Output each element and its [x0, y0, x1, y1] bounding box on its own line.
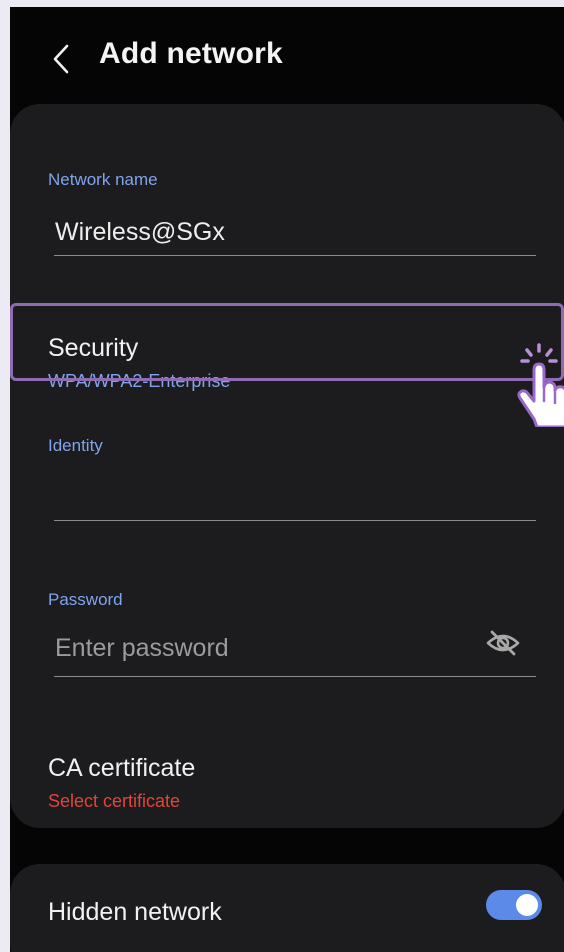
- ca-certificate-title[interactable]: CA certificate: [48, 754, 195, 783]
- password-underline: [54, 676, 536, 677]
- hidden-network-label: Hidden network: [48, 898, 222, 926]
- network-name-input[interactable]: Wireless@SGx: [55, 218, 225, 247]
- password-visibility-toggle[interactable]: [484, 627, 522, 659]
- password-input[interactable]: Enter password: [55, 634, 229, 663]
- eye-off-icon: [486, 630, 520, 656]
- hidden-network-card: Hidden network: [10, 864, 564, 952]
- add-network-screen: Add network Network name Wireless@SGx Se…: [10, 7, 564, 952]
- identity-input[interactable]: [55, 470, 535, 510]
- password-label: Password: [48, 590, 123, 609]
- network-name-label: Network name: [48, 170, 158, 189]
- tap-hand-icon: [517, 343, 564, 427]
- back-arrow-icon: [53, 44, 69, 74]
- ca-certificate-value[interactable]: Select certificate: [48, 791, 180, 812]
- header: Add network: [10, 7, 564, 102]
- identity-label: Identity: [48, 436, 103, 455]
- network-name-underline: [54, 255, 536, 256]
- page-title: Add network: [99, 37, 283, 70]
- toggle-knob: [516, 894, 538, 916]
- hidden-network-toggle[interactable]: [486, 890, 542, 920]
- security-selector[interactable]: [10, 303, 564, 381]
- network-settings-card: Network name Wireless@SGx Security WPA/W…: [10, 104, 564, 828]
- back-button[interactable]: [44, 39, 78, 79]
- identity-underline: [54, 520, 536, 521]
